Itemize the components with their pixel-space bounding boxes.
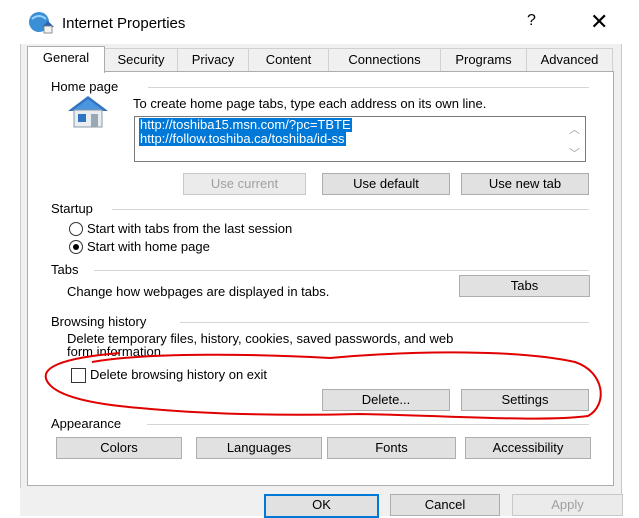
cancel-button[interactable]: Cancel (390, 494, 500, 516)
languages-button[interactable]: Languages (196, 437, 322, 459)
fonts-button[interactable]: Fonts (327, 437, 456, 459)
appearance-label: Appearance (51, 416, 126, 431)
apply-button[interactable]: Apply (512, 494, 623, 516)
accessibility-button[interactable]: Accessibility (465, 437, 591, 459)
ok-button[interactable]: OK (264, 494, 379, 518)
tab-general[interactable]: General (27, 46, 105, 73)
colors-button[interactable]: Colors (56, 437, 182, 459)
divider (147, 424, 589, 425)
